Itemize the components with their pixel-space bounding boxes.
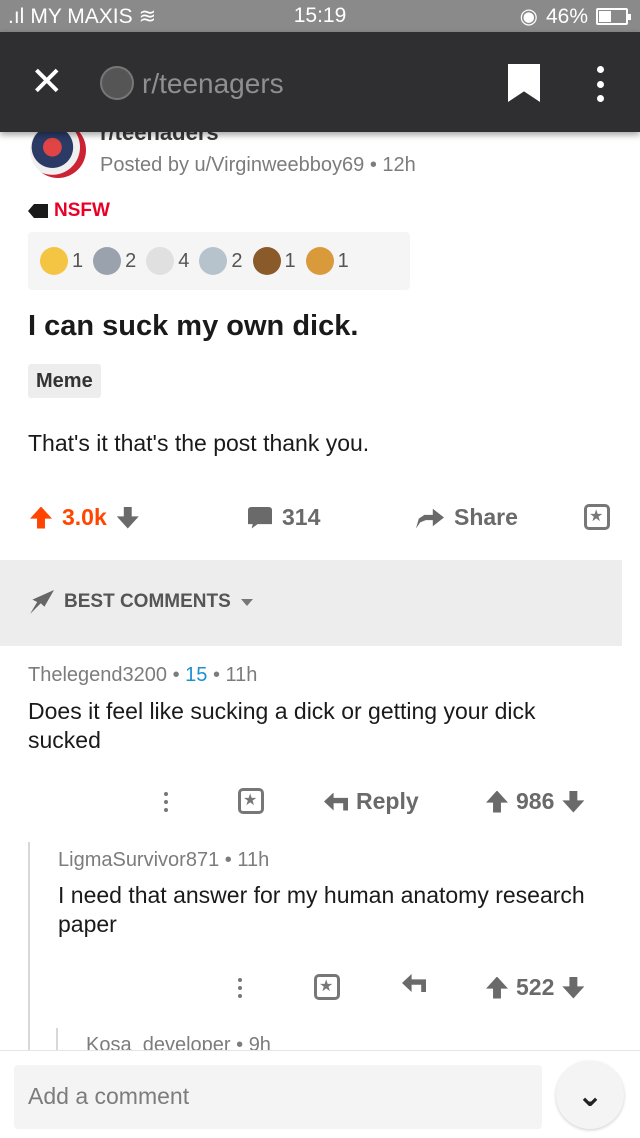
reply-icon: [402, 974, 426, 992]
award-item[interactable]: 1: [40, 247, 83, 275]
add-comment-input[interactable]: Add a comment: [14, 1065, 542, 1129]
comment-meta[interactable]: Thelegend3200 • 15 • 11h: [28, 664, 257, 687]
share-icon: [416, 508, 444, 529]
post-title: I can suck my own dick.: [28, 310, 359, 342]
reply-award-button[interactable]: [314, 974, 340, 1000]
reply-vote-group: 522: [486, 974, 585, 1001]
post-body: That's it that's the post thank you.: [28, 430, 370, 456]
share-label: Share: [454, 504, 518, 530]
downvote-icon[interactable]: [562, 976, 585, 999]
award-item[interactable]: 4: [146, 247, 189, 275]
comment-more-icon[interactable]: [164, 792, 168, 812]
award-icon: [584, 504, 610, 530]
downvote-icon[interactable]: [116, 506, 139, 529]
give-award-button[interactable]: [584, 504, 610, 530]
gold-award-icon: [305, 247, 334, 275]
status-bar: .ıl MY MAXIS ≋ 15:19 ◉ 46%: [0, 0, 640, 32]
downvote-icon[interactable]: [562, 790, 585, 813]
award-icon: [238, 788, 264, 814]
nsfw-badge: NSFW: [28, 200, 110, 222]
bookmark-icon[interactable]: [508, 64, 540, 102]
reply-button[interactable]: Reply: [324, 788, 419, 815]
jump-to-next-comment-icon[interactable]: ⌄: [556, 1061, 624, 1129]
silver-award-icon: [199, 247, 228, 275]
upvote-icon[interactable]: [30, 506, 52, 529]
comment-votes: 986: [516, 788, 555, 814]
post-action-bar: 3.0k 314 Share: [0, 496, 640, 540]
reply-meta[interactable]: LigmaSurvivor871 • 11h: [58, 849, 269, 872]
comment-icon: [248, 506, 272, 529]
comment-author[interactable]: Thelegend3200: [28, 664, 167, 686]
battery-percent: 46%: [545, 4, 588, 28]
nsfw-label: NSFW: [54, 200, 110, 221]
award-item[interactable]: 2: [199, 247, 243, 275]
status-right: ◉ 46%: [519, 4, 631, 29]
battery-icon: [596, 8, 631, 25]
laughing-award-icon: [146, 247, 175, 275]
comment-score: 15: [185, 664, 208, 686]
reply-label: Reply: [356, 788, 419, 814]
comment-vote-group: 986: [486, 788, 585, 815]
app-bar: ✕ r/teenagers: [0, 32, 640, 132]
comment-action-bar: Reply 986: [0, 782, 640, 822]
comments-button[interactable]: 314: [248, 504, 320, 531]
reply-icon: [324, 792, 348, 811]
tag-icon: [28, 204, 48, 218]
awards-bar[interactable]: 1 2 4 2 1 1: [28, 232, 410, 290]
close-icon[interactable]: ✕: [30, 62, 70, 102]
share-button[interactable]: Share: [416, 504, 518, 531]
post-byline[interactable]: Posted by u/Virginweebboy69 • 12h: [100, 154, 416, 177]
award-count: 2: [231, 249, 243, 272]
award-count: 2: [125, 249, 137, 272]
reply-author[interactable]: LigmaSurvivor871: [58, 849, 219, 871]
comment-composer: Add a comment ⌄: [0, 1050, 640, 1138]
rocket-icon: [30, 590, 54, 614]
comment-sort-bar[interactable]: BEST COMMENTS: [0, 560, 622, 646]
award-item[interactable]: 1: [305, 247, 349, 275]
award-count: 1: [72, 249, 84, 272]
comment-count: 314: [282, 504, 321, 530]
award-item[interactable]: 1: [252, 247, 296, 275]
chevron-down-icon: [240, 598, 253, 606]
helpful-award-icon: [93, 247, 122, 275]
wholesome-award-icon: [40, 247, 68, 275]
subreddit-avatar: [100, 66, 134, 100]
award-count: 4: [178, 249, 190, 272]
comment-award-button[interactable]: [238, 788, 264, 814]
more-options-icon[interactable]: [594, 66, 606, 102]
thread-line-nested[interactable]: [56, 1028, 58, 1052]
eye-icon: ◉: [519, 5, 538, 28]
award-count: 1: [337, 249, 349, 272]
thread-line[interactable]: [28, 842, 30, 1052]
award-count: 1: [284, 249, 296, 272]
bear-award-icon: [252, 247, 281, 275]
sort-label: BEST COMMENTS: [64, 591, 231, 612]
comment-age: 11h: [225, 664, 258, 686]
post-score: 3.0k: [62, 504, 107, 530]
reply-action-bar: 522: [0, 968, 640, 1008]
post-flair[interactable]: Meme: [28, 364, 101, 398]
reply-reply-button[interactable]: [402, 974, 426, 992]
reply-age: 11h: [237, 849, 270, 871]
comment-body: Does it feel like sucking a dick or gett…: [28, 698, 536, 753]
reply-votes: 522: [516, 974, 555, 1000]
upvote-icon[interactable]: [486, 976, 508, 999]
upvote-icon[interactable]: [486, 790, 508, 813]
reply-body: I need that answer for my human anatomy …: [58, 882, 585, 937]
award-item[interactable]: 2: [93, 247, 136, 275]
post-vote-group: 3.0k: [30, 504, 139, 531]
app-bar-title[interactable]: r/teenagers: [142, 68, 284, 100]
reply-more-icon[interactable]: [238, 978, 242, 998]
award-icon: [314, 974, 340, 1000]
